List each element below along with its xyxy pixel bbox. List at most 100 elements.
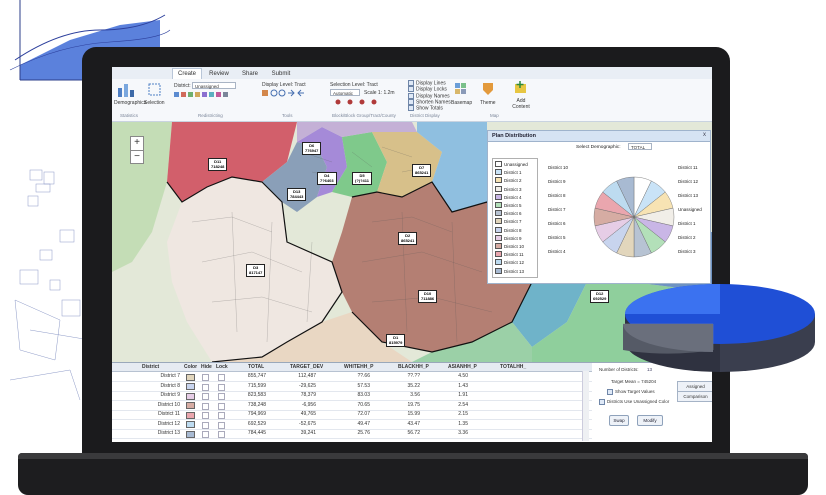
col-color[interactable]: Color <box>184 364 197 370</box>
zoom-tools-icons[interactable] <box>262 89 314 97</box>
legend-item: Unassigned <box>495 161 528 168</box>
cell-whitehh: 57.53 <box>357 382 370 389</box>
show-target-checkbox[interactable]: Show Target Values <box>607 389 655 395</box>
legend-label: Unassigned <box>504 162 528 167</box>
cell-target-dev: -29,625 <box>299 382 316 389</box>
lock-checkbox[interactable] <box>218 402 225 410</box>
show-totals-checkbox[interactable]: Show Totals <box>408 105 451 112</box>
hide-checkbox[interactable] <box>202 393 209 400</box>
cell-blackhh: 43.47 <box>407 420 420 427</box>
col-lock[interactable]: Lock <box>216 364 228 370</box>
hide-checkbox[interactable] <box>202 383 209 391</box>
group-district-display: District Display <box>410 113 440 118</box>
district-color-swatch[interactable] <box>186 383 195 390</box>
selection-button[interactable]: Selection <box>144 100 165 106</box>
plan-pie-chart[interactable] <box>584 167 684 267</box>
close-icon[interactable]: x <box>703 132 706 138</box>
district-select[interactable]: Unassigned <box>192 82 236 89</box>
district-color-swatch[interactable] <box>186 392 195 400</box>
table-row[interactable]: District 7 855,747 112,487 ??.66??.?? 4.50 <box>112 372 592 382</box>
legend-swatch <box>495 243 502 249</box>
table-row[interactable]: District 9 823,583 78,379 83.03 3.56 1.91 <box>112 391 592 401</box>
zoom-out-button[interactable]: − <box>131 151 143 164</box>
group-tools: Tools <box>282 113 293 118</box>
col-blackhh[interactable]: BLACKHH_P <box>398 364 429 370</box>
selection-mode-select[interactable]: Automatic <box>330 89 360 96</box>
legend-swatch <box>495 251 502 258</box>
lock-checkbox[interactable] <box>218 431 225 438</box>
theme-button[interactable]: Theme <box>480 100 496 106</box>
legend-swatch <box>495 234 502 241</box>
col-target-dev[interactable]: TARGET_DEV <box>290 364 323 370</box>
lock-checkbox[interactable] <box>218 393 225 400</box>
hide-checkbox[interactable] <box>202 431 209 438</box>
district-label-d2: D2 865241 <box>398 232 418 245</box>
pie-label: District 5 <box>548 235 566 240</box>
lock-checkbox[interactable] <box>218 412 225 419</box>
pie-label: District 10 <box>548 165 569 170</box>
table-row[interactable]: District 12 692,529 -52,675 49.47 43.47 1.35 <box>112 420 592 430</box>
lock-checkbox[interactable] <box>218 421 225 429</box>
col-total[interactable]: TOTAL <box>248 364 264 370</box>
legend-label: District 11 <box>504 252 524 258</box>
cell-asianhh: 1.43 <box>458 382 468 389</box>
cell-total: 823,583 <box>247 392 266 398</box>
col-totalhh[interactable]: TOTALHH_ <box>500 364 526 370</box>
pie-label: District 4 <box>548 249 566 254</box>
zoom-in-button[interactable]: + <box>131 137 143 151</box>
district-color-swatch[interactable] <box>186 402 195 409</box>
basemap-button[interactable]: Basemap <box>451 100 472 106</box>
redistricting-tools-icons[interactable] <box>174 91 240 99</box>
cell-target-dev: 49,765 <box>300 411 316 417</box>
unassigned-color-checkbox[interactable]: Districts Use Unassigned Color <box>599 399 669 405</box>
tab-comparison[interactable]: Comparison <box>677 391 712 402</box>
legend-item: District 3 <box>495 185 522 193</box>
hide-checkbox[interactable] <box>202 402 209 410</box>
legend-label: District 6 <box>504 211 522 217</box>
legend-label: District 5 <box>504 203 522 208</box>
district-label-d3: D3 817147 <box>246 264 266 277</box>
display-level-label: Display Level: Tract <box>262 82 306 88</box>
table-row[interactable]: District 10 738,248 -6,956 70.65 19.75 2.54 <box>112 401 592 411</box>
col-hide[interactable]: Hide <box>201 364 212 370</box>
pin-icons[interactable] <box>334 98 394 108</box>
add-content-icon <box>515 81 526 93</box>
demographic-select[interactable]: TOTAL <box>628 143 652 150</box>
cell-whitehh: ??.66 <box>357 373 370 379</box>
demographics-icon <box>118 84 134 97</box>
lock-checkbox[interactable] <box>218 383 225 391</box>
theme-icon <box>483 83 493 95</box>
district-color-swatch[interactable] <box>186 430 195 438</box>
demographics-button[interactable]: Demographics <box>114 100 146 106</box>
legend-item: District 10 <box>495 243 524 250</box>
cell-district: District 11 <box>158 411 180 417</box>
laptop-hinge <box>18 453 808 459</box>
table-row[interactable]: District 11 794,969 49,765 72.07 15.99 2.15 <box>112 410 592 420</box>
district-color-swatch[interactable] <box>186 373 195 381</box>
table-row[interactable]: District 8 715,599 -29,625 57.53 35.22 1.43 <box>112 382 592 392</box>
cell-asianhh: 3.36 <box>458 430 468 436</box>
hide-checkbox[interactable] <box>202 412 209 419</box>
hide-checkbox[interactable] <box>202 374 209 381</box>
district-color-swatch[interactable] <box>186 411 195 419</box>
selection-icon <box>148 83 161 96</box>
district-label-d13: D13 784443 <box>287 188 307 201</box>
legend-swatch <box>495 218 502 225</box>
cell-district: District 9 <box>160 392 180 398</box>
col-asianhh[interactable]: ASIANHH_P <box>448 364 477 370</box>
modify-button[interactable]: Modify <box>637 415 663 426</box>
demographic-select-label: Select Demographic: <box>576 145 621 150</box>
add-content-button[interactable]: Add Content <box>510 98 532 110</box>
legend-label: District 13 <box>504 268 525 274</box>
hide-checkbox[interactable] <box>202 421 209 429</box>
swap-button[interactable]: Swap <box>609 415 629 426</box>
legend-label: District 9 <box>504 235 522 241</box>
district-color-swatch[interactable] <box>186 421 195 428</box>
legend-label: District 3 <box>504 186 522 192</box>
table-row[interactable]: District 13 784,445 39,241 25.76 56.72 3.36 <box>112 429 592 439</box>
cell-whitehh: 49.47 <box>357 420 370 427</box>
lock-checkbox[interactable] <box>218 374 225 381</box>
col-whitehh[interactable]: WHITEHH_P <box>344 364 373 370</box>
col-district[interactable]: District <box>142 364 159 370</box>
table-scrollbar[interactable] <box>582 371 589 441</box>
